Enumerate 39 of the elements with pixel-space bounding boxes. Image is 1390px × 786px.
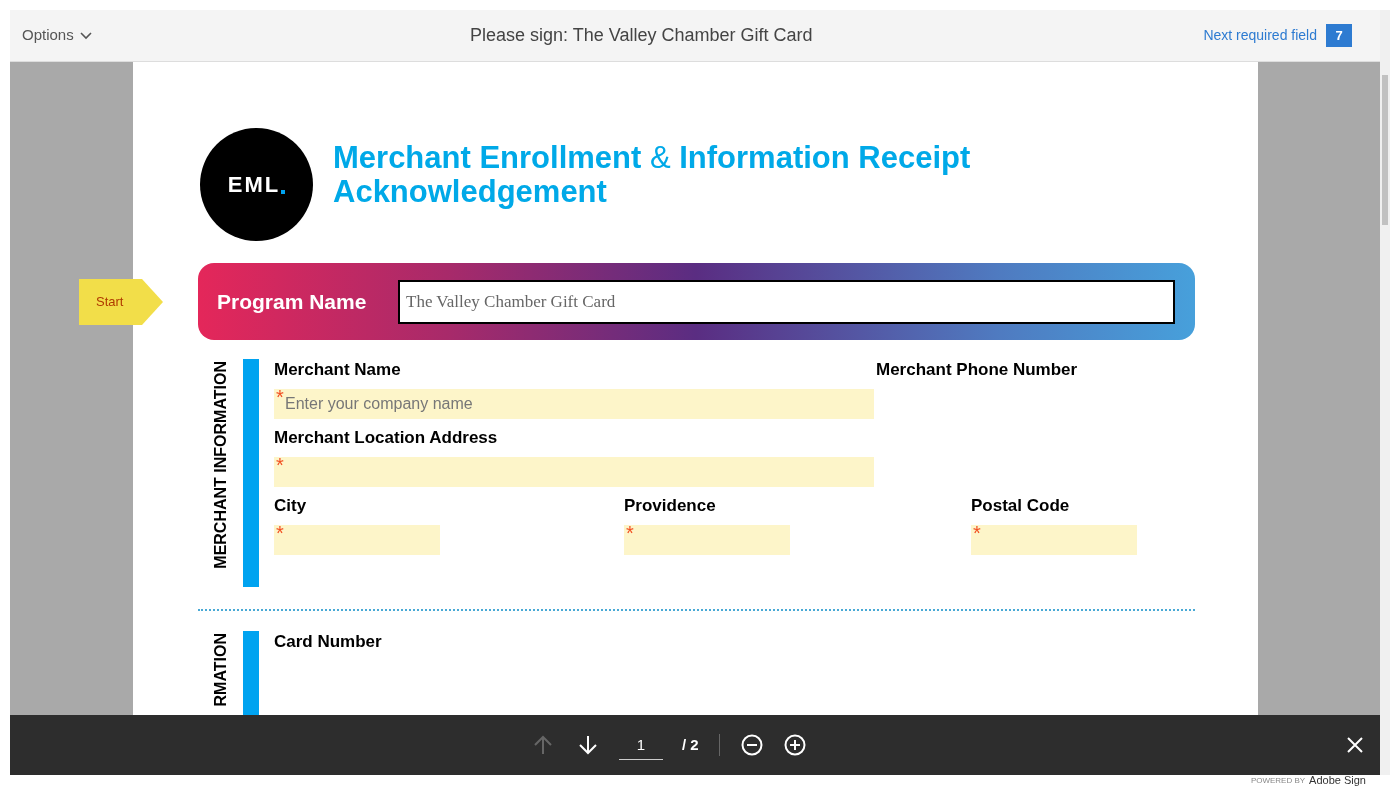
- zoom-in-icon: [783, 734, 806, 756]
- section-title: RMATION: [210, 633, 230, 707]
- powered-by-label: POWERED BY: [1250, 774, 1306, 786]
- required-marker: *: [626, 523, 634, 543]
- window-title: Please sign: The Valley Chamber Gift Card: [470, 24, 813, 47]
- field-label: Merchant Name: [274, 359, 402, 381]
- required-count-badge: 7: [1326, 24, 1352, 47]
- next-page-button[interactable]: [576, 733, 600, 757]
- required-marker: *: [276, 523, 284, 543]
- scrollbar[interactable]: [1380, 10, 1390, 775]
- required-marker: *: [973, 523, 981, 543]
- page-total: / 2: [682, 734, 699, 755]
- zoom-in-button[interactable]: [783, 734, 806, 756]
- options-menu-button[interactable]: Options: [22, 24, 92, 47]
- next-required-field-link[interactable]: Next required field: [1203, 25, 1317, 46]
- brand-label: Adobe Sign: [1309, 773, 1366, 786]
- zoom-out-button[interactable]: [740, 734, 763, 756]
- field-label: Merchant Location Address: [274, 427, 499, 449]
- program-name-field[interactable]: The Valley Chamber Gift Card: [398, 279, 1175, 324]
- required-marker: *: [276, 455, 284, 475]
- field-label: Providence: [624, 495, 717, 517]
- page-number-field[interactable]: 1: [619, 730, 663, 760]
- arrow-down-icon: [576, 733, 600, 757]
- section-title: MERCHANT INFORMATION: [210, 361, 230, 569]
- document-title: Acknowledgement: [333, 174, 608, 209]
- start-tag[interactable]: Start: [79, 279, 163, 325]
- zoom-out-icon: [740, 734, 763, 756]
- required-marker: *: [276, 387, 284, 407]
- chevron-down-icon: [79, 31, 92, 40]
- close-button[interactable]: [1347, 737, 1363, 753]
- document-title: Merchant Enrollment & Information Receipt: [333, 140, 971, 175]
- field-label: Merchant Phone Number: [876, 359, 1079, 381]
- program-name-label: Program Name: [217, 288, 368, 315]
- start-tag-label: Start: [96, 293, 124, 312]
- logo-text: EML: [227, 171, 281, 199]
- field-label: Postal Code: [971, 495, 1071, 517]
- field-label: Card Number: [274, 631, 383, 653]
- field-label: City: [274, 495, 308, 517]
- close-icon: [1347, 737, 1363, 753]
